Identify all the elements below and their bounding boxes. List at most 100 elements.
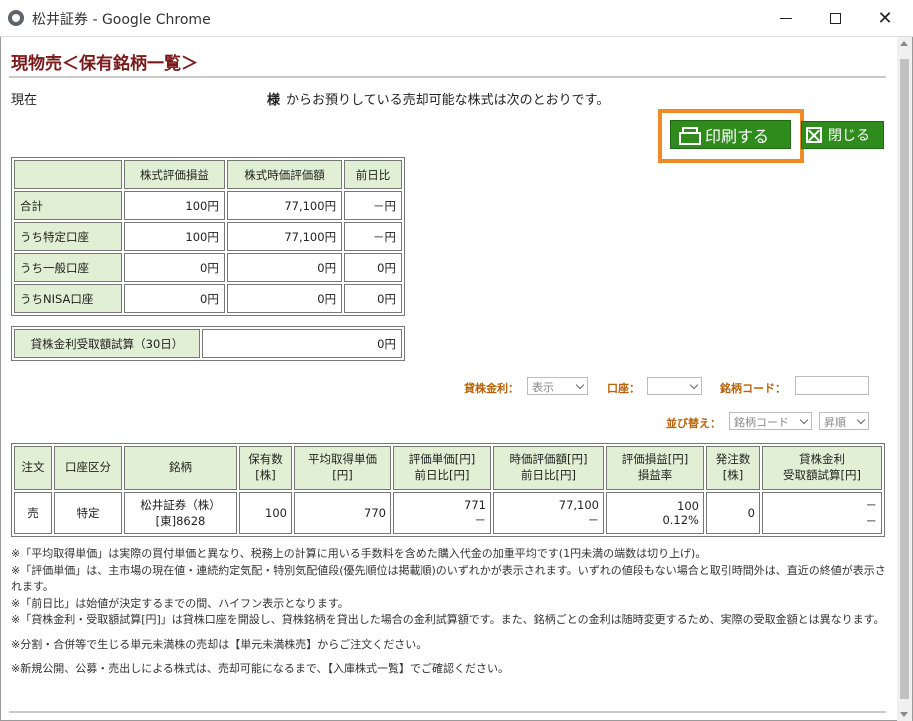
status-message-text: からお預りしている売却可能な株式は次のとおりです。 [286, 93, 610, 108]
sort-label: 並び替え： [666, 417, 721, 430]
window-titlebar: 松井証券 - Google Chrome ✕ [0, 0, 913, 37]
profit-loss: 100 [677, 499, 699, 513]
summary-cell: 77,100円 [226, 191, 343, 220]
col-avg-price-label: 平均取得単価 [308, 452, 377, 467]
summary-header-cell: 株式時価評価額 [226, 160, 343, 189]
scrollbar-thumb[interactable] [900, 59, 909, 699]
market-value-cell: 77,100 － [493, 492, 604, 534]
note-item: ※「平均取得単価」は実際の買付単価と異なり、税務上の計算に用いる手数料を含めた購… [11, 547, 707, 560]
note-item: ※分割・合併等で生じる単元未満株の売却は【単元未満株売】からご注文ください。 [11, 637, 428, 651]
sort-order-select[interactable]: 昇順 [819, 412, 869, 430]
account-type-cell: 特定 [54, 492, 122, 534]
maximize-icon [829, 12, 841, 24]
profit-rate: 0.12% [662, 513, 699, 527]
maximize-button[interactable] [812, 0, 858, 36]
summary-header-cell: 前日比 [344, 160, 402, 189]
status-date-label: 現在 [11, 93, 38, 108]
scroll-down-icon[interactable] [900, 712, 908, 717]
summary-cell: 0円 [226, 253, 343, 282]
summary-row-label: うち特定口座 [14, 222, 122, 251]
sort-key-select-value: 銘柄コード [734, 416, 789, 429]
scroll-up-icon[interactable] [900, 41, 908, 46]
chevron-down-icon [575, 380, 585, 390]
print-button-label: 印刷する [705, 126, 770, 146]
lending-interest-2: － [865, 514, 878, 528]
quantity-cell: 100 [239, 492, 292, 534]
col-eval-price-label: 評価単価[円] [408, 452, 476, 467]
lending-rate-select[interactable]: 表示 [527, 377, 588, 395]
col-quantity: 保有数 [株] [239, 446, 292, 490]
summary-row-label: うち一般口座 [14, 253, 122, 282]
minimize-icon [780, 17, 792, 19]
sort-key-select[interactable]: 銘柄コード [729, 412, 812, 430]
col-lending-interest: 貸株金利 受取額試算[円] [762, 446, 882, 490]
note-item: ※「前日比」は始値が決定するまでの間、ハイフン表示となります。 [11, 596, 349, 610]
summary-header-row: 株式評価損益 株式時価評価額 前日比 [14, 160, 402, 189]
summary-cell: 100円 [124, 222, 225, 251]
note-item: ※「評価単価」は、主市場の現在値・連続約定気配・特別気配値段(優先順位は掲載順)… [11, 563, 886, 594]
summary-row-total: 合計 100円 77,100円 －円 [14, 191, 402, 220]
lending-interest-table: 貸株金利受取額試算（30日） 0円 [11, 326, 405, 361]
col-quantity-label: 保有数 [248, 452, 283, 467]
col-profit-loss-sub: 損益率 [637, 468, 673, 482]
order-qty-cell: 0 [706, 492, 760, 534]
col-market-value: 時価評価額[円] 前日比[円] [493, 446, 604, 490]
col-profit-loss: 評価損益[円] 損益率 [606, 446, 704, 490]
chrome-app-icon [8, 10, 24, 26]
summary-cell: －円 [344, 222, 402, 251]
col-order-label: 注文 [21, 460, 45, 475]
col-avg-price-unit: [円] [332, 468, 353, 482]
window-title: 松井証券 - Google Chrome [32, 12, 211, 28]
minimize-button[interactable] [763, 0, 809, 36]
close-x-icon: ✕ [877, 7, 893, 29]
col-order-qty: 発注数 [株] [706, 446, 760, 490]
account-select[interactable] [647, 377, 702, 395]
summary-cell: 77,100円 [226, 222, 343, 251]
market-value: 77,100 [558, 498, 599, 512]
close-page-button[interactable]: 閉じる [801, 121, 884, 149]
summary-row-nisa: うちNISA口座 0円 0円 0円 [14, 284, 402, 313]
col-issue-label: 銘柄 [169, 460, 192, 475]
summary-row-ippan: うち一般口座 0円 0円 0円 [14, 253, 402, 282]
holdings-table: 注文 口座区分 銘柄 保有数 [株] 平均取得単価 [円] 評価単価[円] 前日比[円… [11, 443, 885, 537]
eval-price-cell: 771 － [393, 492, 491, 534]
profit-loss-cell: 100 0.12% [606, 492, 704, 534]
sell-order-link[interactable]: 売 [14, 492, 52, 534]
issue-cell: 松井証券（株） [東]8628 [124, 492, 237, 534]
vertical-scrollbar[interactable] [897, 37, 912, 721]
print-button[interactable]: 印刷する [670, 120, 791, 149]
summary-cell: －円 [344, 191, 402, 220]
summary-row-label: うちNISA口座 [14, 284, 122, 313]
chevron-down-icon [799, 415, 809, 425]
col-account-type-label: 口座区分 [65, 460, 111, 475]
window-close-button[interactable]: ✕ [862, 0, 908, 36]
issue-code-input[interactable] [795, 376, 869, 395]
col-quantity-unit: [株] [255, 468, 276, 482]
col-profit-loss-label: 評価損益[円] [621, 452, 689, 467]
col-eval-price-sub: 前日比[円] [414, 468, 470, 482]
note-item: ※新規公開、公募・売出しによる株式は、売却可能になるまで、【入庫株式一覧】でご確… [11, 662, 509, 675]
summary-header-cell: 株式評価損益 [124, 160, 225, 189]
lending-rate-select-value: 表示 [532, 381, 554, 394]
eval-price-change: － [474, 513, 487, 527]
eval-price: 771 [464, 498, 486, 512]
col-market-value-label: 時価評価額[円] [509, 452, 588, 467]
note-spacer [11, 653, 886, 661]
summary-row-label: 合計 [14, 191, 122, 220]
page-title: 現物売＜保有銘柄一覧＞ [11, 54, 198, 74]
lending-interest-cell: － － [762, 492, 882, 534]
col-lending-interest-sub: 受取額試算[円] [783, 468, 861, 482]
summary-cell: 100円 [124, 191, 225, 220]
lending-rate-filter-label: 貸株金利： [464, 382, 519, 395]
summary-header-blank [14, 160, 122, 189]
lending-interest-1: － [865, 498, 878, 512]
col-issue: 銘柄 [124, 446, 237, 490]
col-order: 注文 [14, 446, 52, 490]
bottom-divider [9, 711, 886, 713]
sort-order-select-value: 昇順 [824, 416, 846, 429]
page-content: 現物売＜保有銘柄一覧＞ 現在 様からお預りしている売却可能な株式は次のとおりです… [1, 37, 897, 720]
col-lending-interest-label: 貸株金利 [799, 452, 845, 467]
status-honorific: 様 [267, 93, 281, 108]
status-message: 様からお預りしている売却可能な株式は次のとおりです。 [267, 89, 609, 108]
summary-cell: 0円 [344, 284, 402, 313]
